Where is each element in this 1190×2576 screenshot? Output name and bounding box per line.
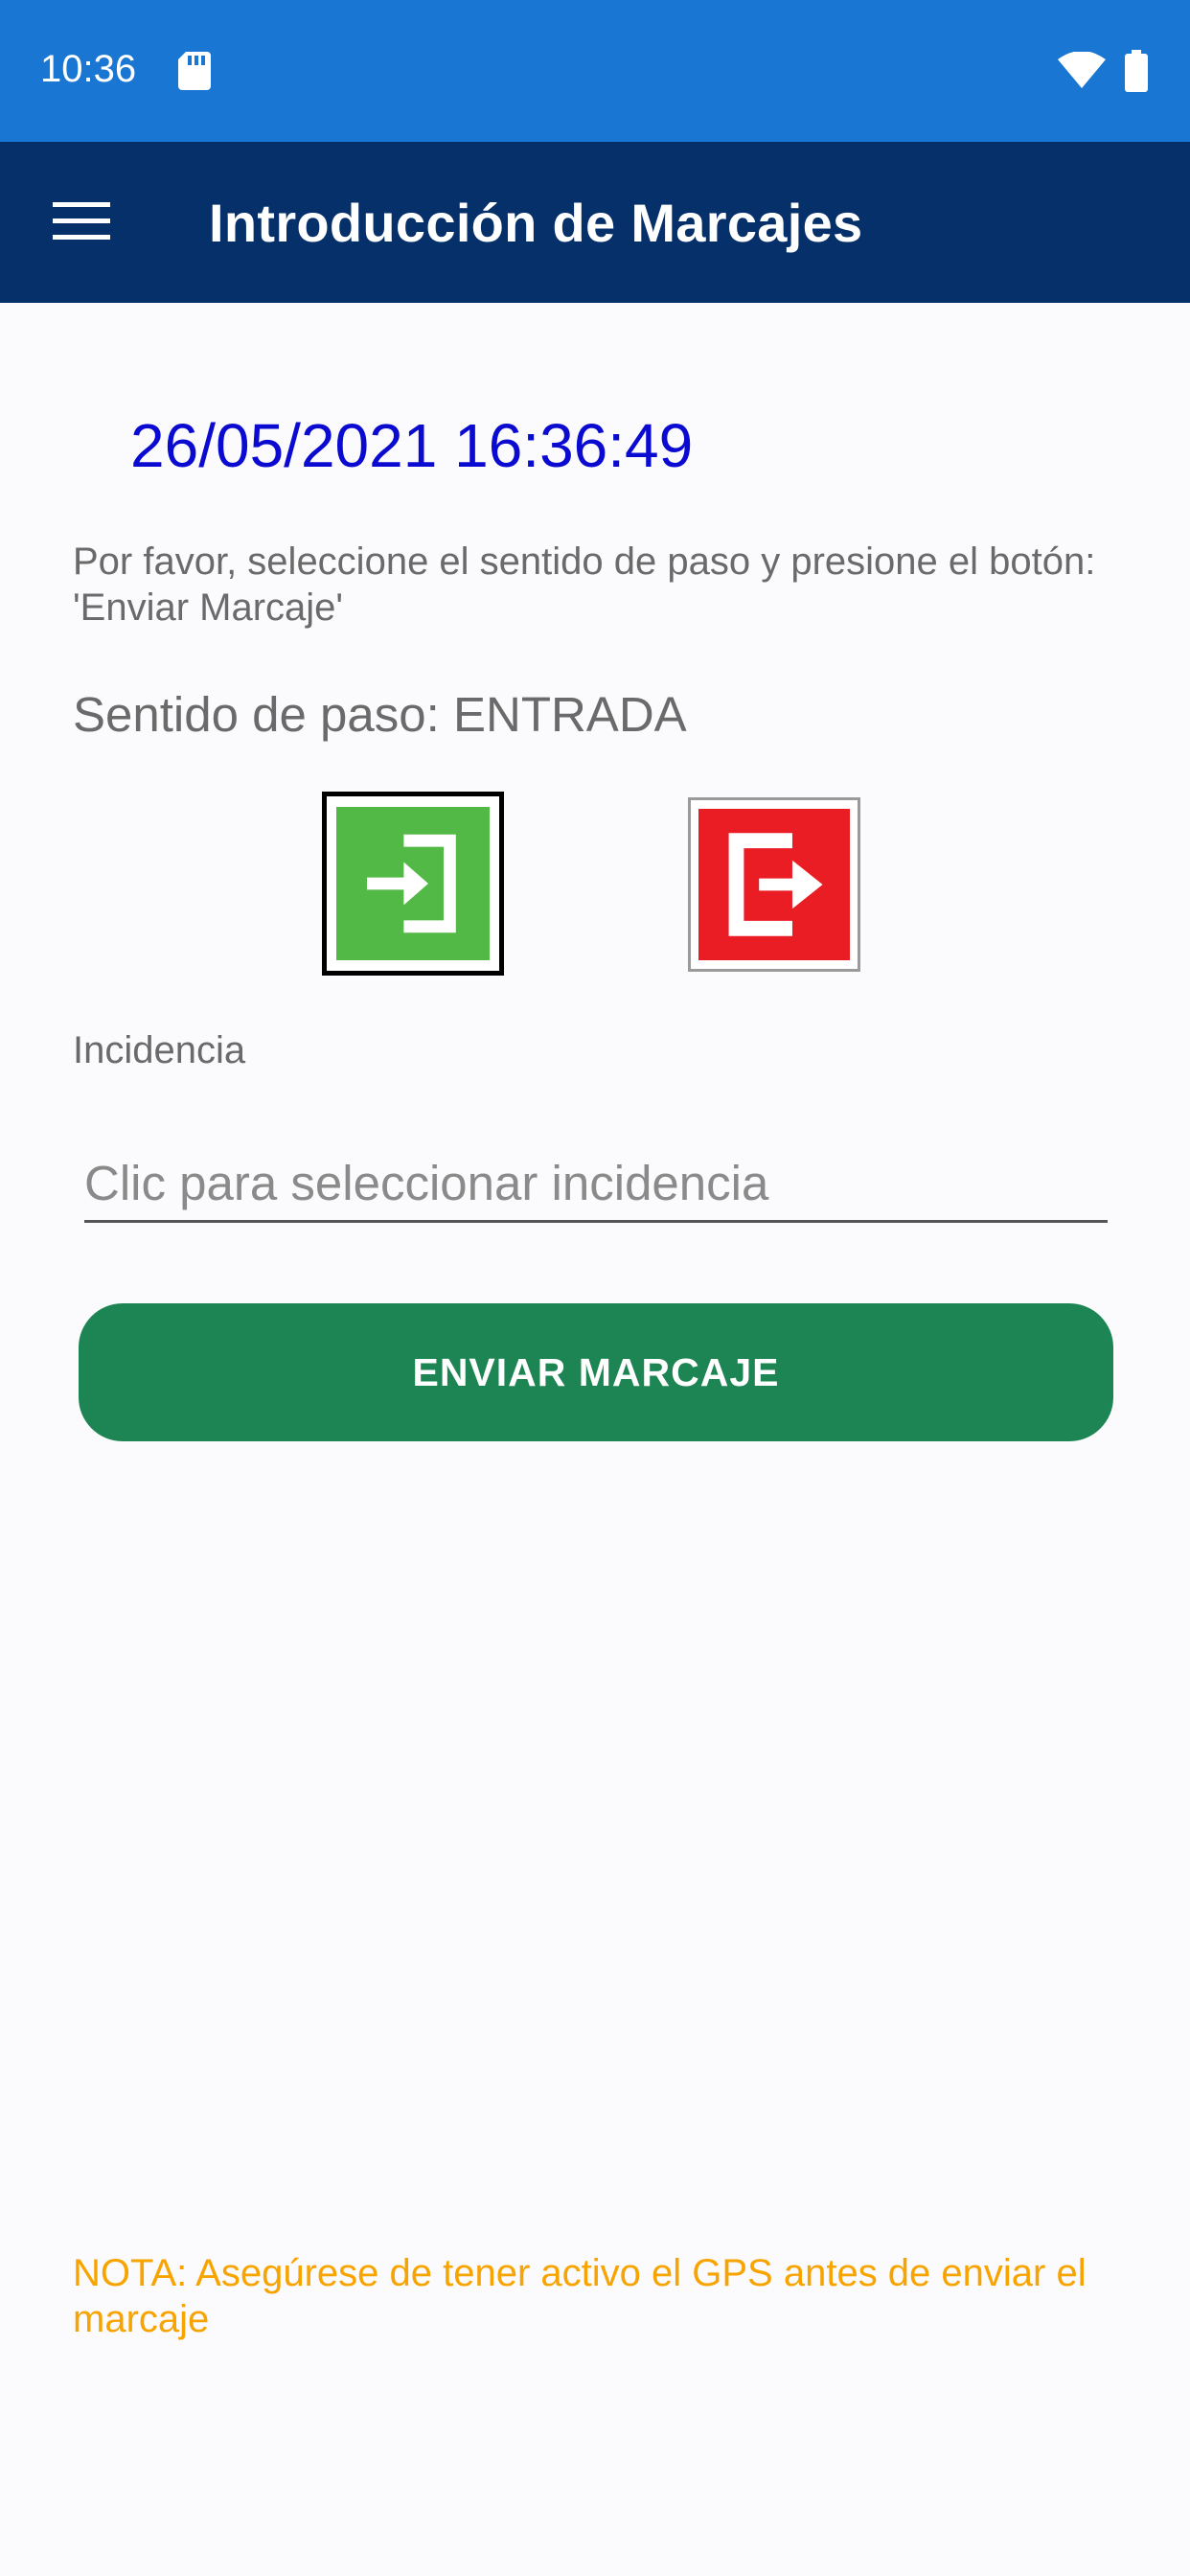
logout-arrow-icon: [698, 809, 850, 960]
status-bar: 10:36: [0, 0, 1190, 142]
menu-button[interactable]: [38, 180, 125, 266]
incidencia-label: Incidencia: [73, 1029, 246, 1071]
wifi-icon: [1058, 51, 1106, 88]
current-datetime: 26/05/2021 16:36:49: [130, 411, 694, 480]
login-arrow-icon: [336, 807, 490, 960]
entrada-button[interactable]: [322, 792, 504, 976]
battery-icon: [1125, 50, 1148, 92]
salida-button[interactable]: [688, 797, 860, 972]
gps-note: NOTA: Asegúrese de tener activo el GPS a…: [73, 2252, 1087, 2340]
app-bar: Introducción de Marcajes: [0, 142, 1190, 303]
instructions-text: Por favor, seleccione el sentido de paso…: [73, 540, 1096, 629]
send-marcaje-button[interactable]: ENVIAR MARCAJE: [79, 1303, 1113, 1441]
hamburger-menu-icon: [53, 200, 110, 247]
status-time: 10:36: [40, 48, 137, 90]
incidencia-input[interactable]: [84, 1146, 1108, 1223]
direction-label: Sentido de paso: ENTRADA: [73, 687, 687, 742]
page-title: Introducción de Marcajes: [209, 193, 863, 253]
sd-card-icon: [178, 52, 211, 90]
